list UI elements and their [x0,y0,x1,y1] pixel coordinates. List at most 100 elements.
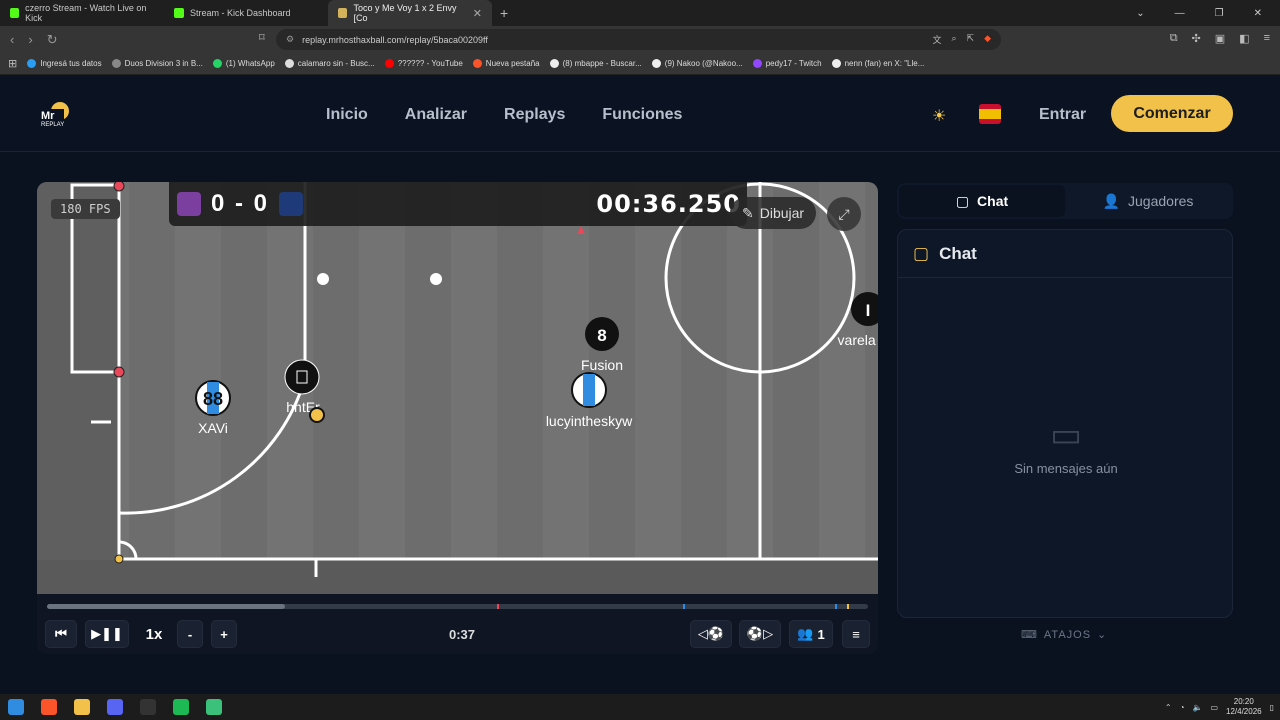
tab-chat-label: Chat [977,193,1009,209]
keyboard-icon: ⌨ [1021,629,1038,641]
spotify-icon[interactable] [173,699,189,715]
browser-tab-kick-dashboard[interactable]: Stream - Kick Dashboard [164,0,328,26]
sidebar-icon[interactable]: ◧ [1239,32,1249,45]
sidebar-tabs: ▢ Chat 👤 Jugadores [897,183,1233,219]
volume-icon[interactable]: 🔈 [1192,703,1202,712]
minimize-button[interactable]: — [1175,8,1185,19]
main-nav: Inicio Analizar Replays Funciones [326,106,682,124]
close-tab-icon[interactable]: ✕ [473,7,482,20]
discord-icon[interactable] [107,699,123,715]
nav-inicio[interactable]: Inicio [326,106,368,124]
chevron-down-icon[interactable]: ⌄ [1136,8,1144,19]
close-window-button[interactable]: ✕ [1254,8,1262,19]
next-goal-button[interactable]: ⚽▷ [739,620,781,648]
bookmark-item[interactable]: calamaro sin - Busc... [284,59,375,68]
svg-text:8: 8 [597,326,606,345]
bookmark-item[interactable]: Duos Division 3 in B... [111,59,203,68]
bookmark-item[interactable]: Nueva pestaña [472,59,540,68]
browser-tab-replay[interactable]: Toco y Me Voy 1 x 2 Envy [Co ✕ [328,0,492,26]
field-marker [430,273,442,285]
login-link[interactable]: Entrar [1039,106,1086,124]
obs-icon[interactable] [140,699,156,715]
maximize-button[interactable]: ❐ [1215,8,1224,19]
nav-funciones[interactable]: Funciones [602,106,682,124]
taskbar-clock[interactable]: 20:20 12/4/2026 [1226,697,1262,717]
players-count-button[interactable]: 👥 1 [789,620,833,648]
forward-icon[interactable]: › [28,32,32,48]
tab-jugadores[interactable]: 👤 Jugadores [1065,185,1231,217]
bookmark-item[interactable]: (8) mbappe - Buscar... [549,59,642,68]
goal-marker[interactable] [497,604,499,609]
replay-player: 88 XAVi hntEr 8 Fusion lucyintheskyw I v… [37,182,878,654]
timeline-scrubber[interactable] [47,604,868,609]
restart-button[interactable]: ⏮ [45,620,77,648]
start-button[interactable]: Comenzar [1111,95,1233,132]
bookmark-item[interactable]: nenn (fan) en X: "Lle... [831,59,924,68]
fullscreen-button[interactable]: ⤢ [827,197,861,231]
notification-icon[interactable]: ▯ [1270,703,1274,712]
tab-chat[interactable]: ▢ Chat [899,185,1065,217]
svg-text:varela in: varela in [838,332,878,348]
play-pause-button[interactable]: ▶❚❚ [85,620,129,648]
bookmark-item[interactable]: pedy17 - Twitch [752,59,822,68]
network-icon[interactable]: ◔ [1180,703,1185,712]
menu-button[interactable]: ≡ [842,620,870,648]
brave-icon[interactable] [41,699,57,715]
goal-marker[interactable] [835,604,837,609]
site-info-icon[interactable]: ⚙ [286,34,294,45]
kick-icon [10,8,20,18]
expand-icon: ⤢ [838,205,850,222]
back-icon[interactable]: ‹ [10,32,14,48]
svg-text:Fusion: Fusion [581,357,623,373]
shortcuts-label: ATAJOS [1043,628,1092,641]
bookmark-item[interactable]: (9) Nakoo (@Nakoo... [651,59,743,68]
windows-taskbar: ⌃ ◔ 🔈 ▭ 20:20 12/4/2026 ▯ [0,694,1280,720]
soccer-field[interactable]: 88 XAVi hntEr 8 Fusion lucyintheskyw I v… [37,182,878,594]
new-tab-button[interactable]: + [500,5,508,21]
speed-up-button[interactable]: + [211,620,237,648]
bookmark-icon[interactable]: ⌑ [259,31,265,44]
file-explorer-icon[interactable] [74,699,90,715]
tab-jugadores-label: Jugadores [1128,193,1194,209]
reload-icon[interactable]: ↻ [47,32,58,48]
apps-icon[interactable]: ⊞ [8,57,17,70]
zoom-icon[interactable]: ⌕ [951,33,956,46]
tray-chevron-icon[interactable]: ⌃ [1165,703,1172,712]
puzzle-icon[interactable]: ✣ [1192,32,1201,45]
bookmark-item[interactable]: Ingresá tus datos [27,59,102,68]
speed-label[interactable]: 1x [137,620,171,648]
svg-text:lucyintheskyw: lucyintheskyw [546,413,633,429]
nav-analizar[interactable]: Analizar [405,106,467,124]
battery-icon[interactable]: ▭ [1210,703,1218,712]
goal-marker[interactable] [847,604,849,609]
tab-label: czerro Stream - Watch Live on Kick [25,3,147,23]
mr-replay-logo[interactable]: Mr REPLAY [40,100,72,128]
wallet-icon[interactable]: ▣ [1215,32,1225,45]
goal-marker[interactable] [683,604,685,609]
share-icon[interactable]: ⇱ [967,33,975,46]
extensions-icon[interactable]: ⧉ [1170,32,1178,45]
svg-text:Mr: Mr [41,110,55,122]
bookmark-item[interactable]: (1) WhatsApp [212,59,275,68]
windows-start-icon[interactable] [8,699,24,715]
speed-down-button[interactable]: - [177,620,203,648]
url-field[interactable]: ⚙ replay.mrhosthaxball.com/replay/5baca0… [276,29,1001,50]
tab-label: Stream - Kick Dashboard [190,8,291,18]
system-tray: ⌃ ◔ 🔈 ▭ 20:20 12/4/2026 ▯ [1165,694,1274,720]
menu-icon[interactable]: ≡ [1264,32,1270,45]
match-clock: 00:36.250 [596,190,741,218]
kick-icon [174,8,184,18]
chat-bubble-icon: ▢ [913,243,930,263]
translate-icon[interactable]: 文 [932,33,941,46]
draw-button[interactable]: ✎ Dibujar [730,197,817,229]
chevron-down-icon: ⌄ [1097,629,1108,641]
brave-shield-icon[interactable]: ◆ [984,33,991,46]
nav-replays[interactable]: Replays [504,106,565,124]
haxball-icon[interactable] [206,699,222,715]
shortcuts-toggle[interactable]: ⌨ ATAJOS ⌄ [1021,628,1108,642]
prev-goal-button[interactable]: ◁⚽ [690,620,732,648]
spain-flag-icon[interactable] [979,104,1001,124]
bookmark-item[interactable]: ?????? - YouTube [384,59,463,68]
theme-toggle-sun-icon[interactable]: ☀ [932,106,946,126]
browser-tab-kick-stream[interactable]: czerro Stream - Watch Live on Kick [0,0,164,26]
